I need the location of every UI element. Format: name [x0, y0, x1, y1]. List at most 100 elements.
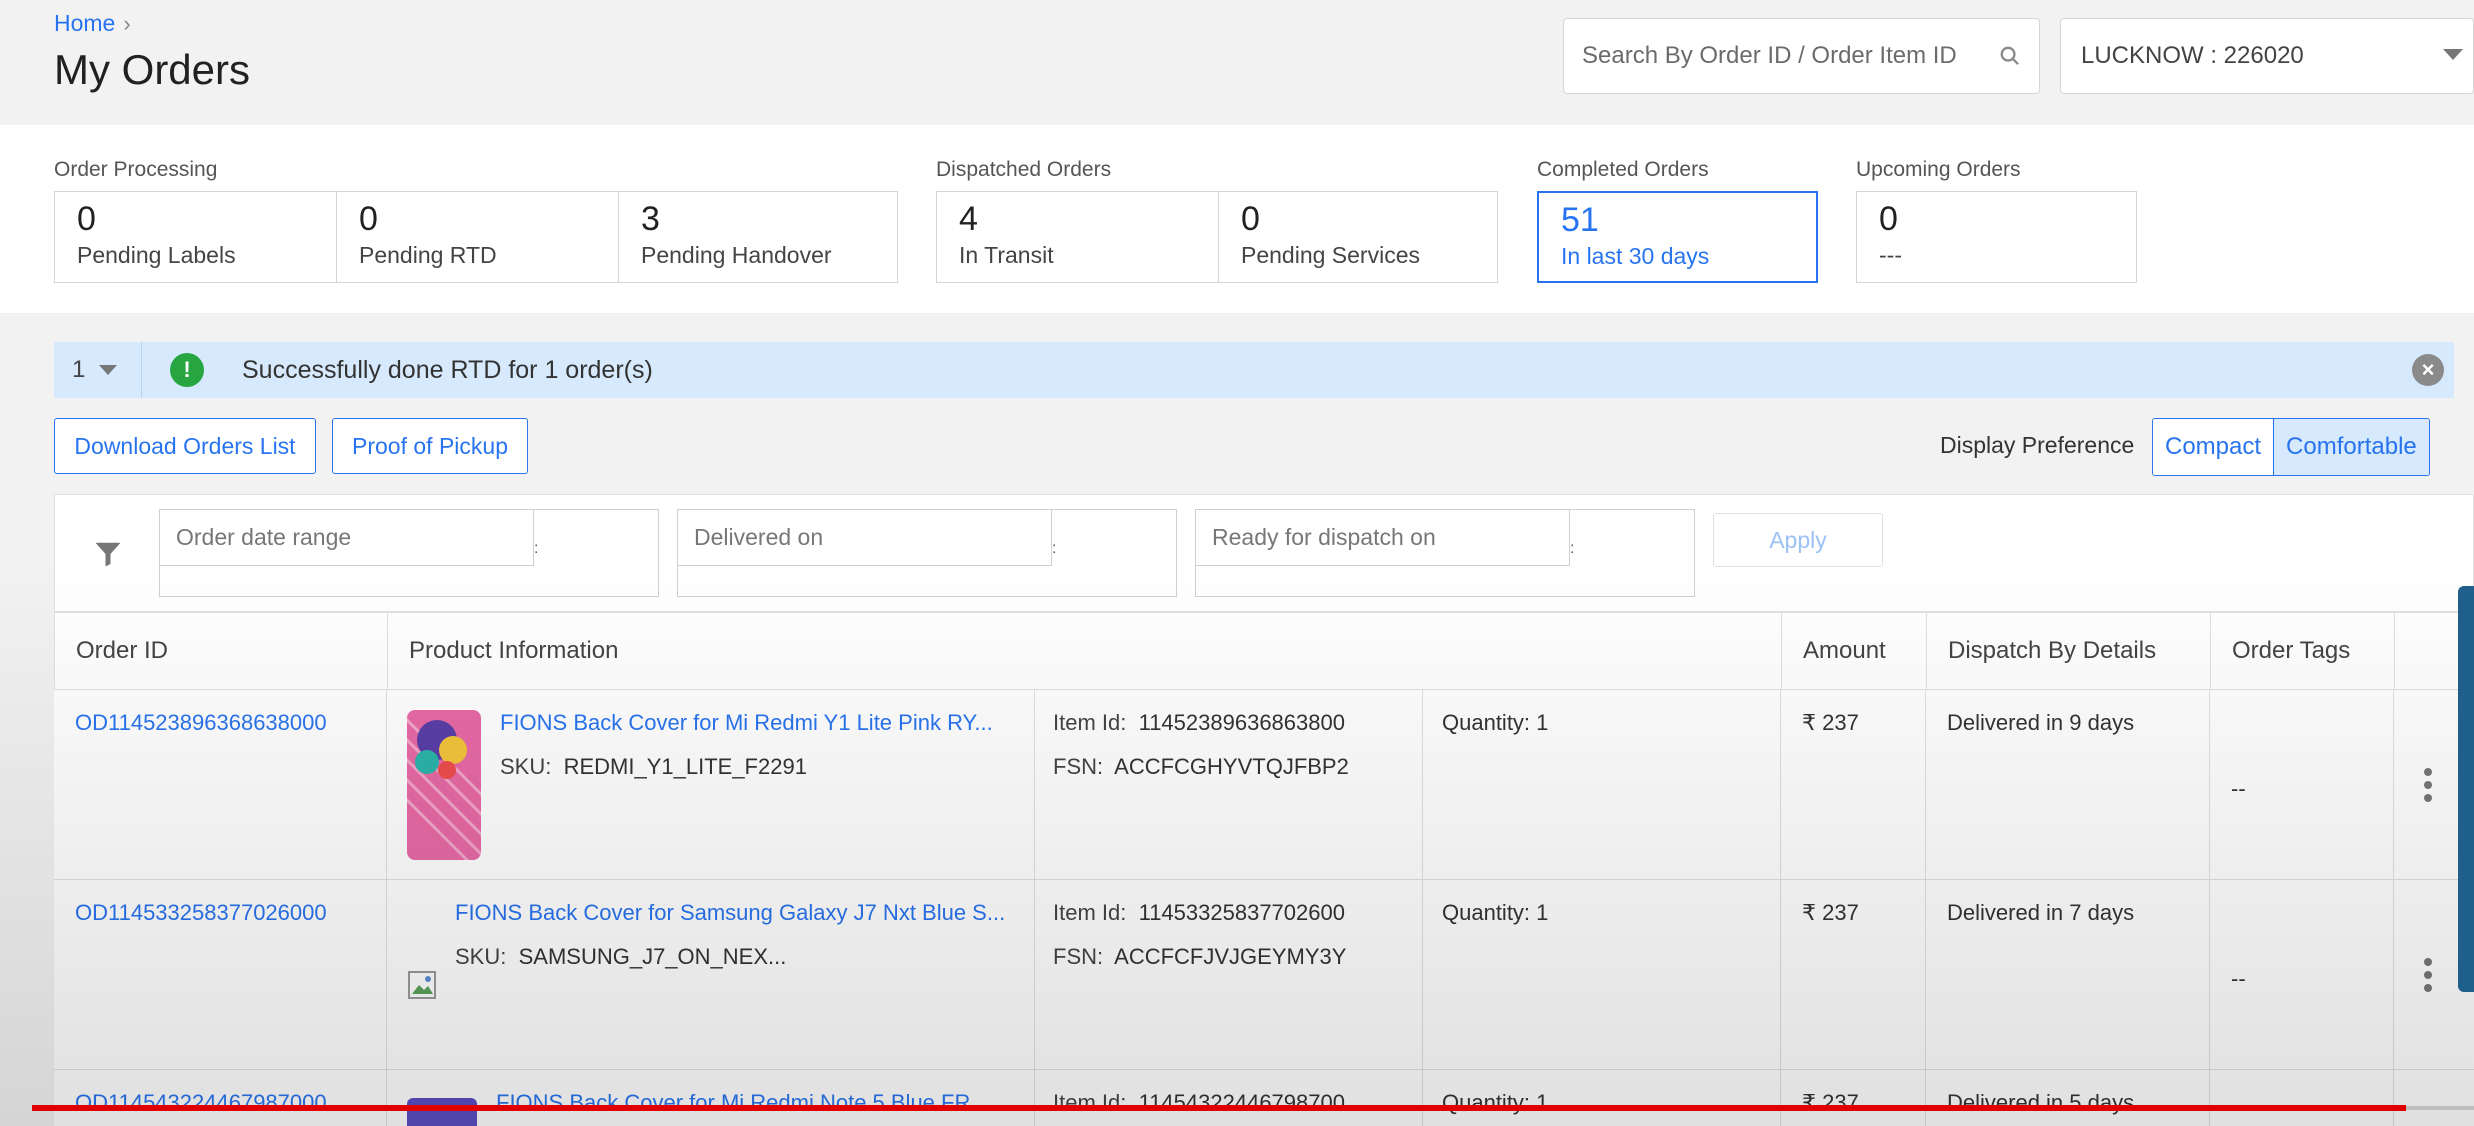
stat-in-transit[interactable]: 4 In Transit — [936, 191, 1219, 283]
dispatch-details: Delivered in 7 days — [1947, 900, 2135, 925]
stat-pending-labels[interactable]: 0 Pending Labels — [54, 191, 337, 283]
stat-label: In last 30 days — [1561, 243, 1710, 269]
order-id-link[interactable]: OD114523896368638000 — [75, 710, 327, 736]
order-id-link[interactable]: OD114533258377026000 — [75, 900, 327, 926]
notification-message: Successfully done RTD for 1 order(s) — [242, 355, 653, 384]
divider — [1034, 880, 1035, 1070]
product-title-link[interactable]: FIONS Back Cover for Mi Redmi Y1 Lite Pi… — [500, 710, 993, 736]
stat-pending-rtd[interactable]: 0 Pending RTD — [336, 191, 619, 283]
stat-count: 3 — [641, 200, 660, 238]
delivered-on-input[interactable]: Delivered on : — [677, 509, 1177, 597]
table-row: OD114533258377026000 FIONS Back Cover fo… — [54, 880, 2474, 1070]
dispatch-details: Delivered in 5 days — [1947, 1090, 2135, 1115]
order-search-input[interactable] — [1582, 42, 1990, 70]
quantity: Quantity: 1 — [1442, 710, 1549, 735]
comfortable-option[interactable]: Comfortable — [2273, 419, 2429, 475]
display-preference-toggle: Compact Comfortable — [2152, 418, 2430, 476]
divider — [1925, 880, 1926, 1070]
more-options-icon[interactable] — [2423, 768, 2433, 802]
date-separator: : — [1570, 540, 1575, 557]
order-id-link[interactable]: OD114543224467987000 — [75, 1090, 327, 1116]
divider — [2209, 1070, 2210, 1126]
order-search-box[interactable] — [1563, 18, 2040, 94]
breadcrumb-home-link[interactable]: Home — [54, 10, 115, 37]
divider — [1422, 1070, 1423, 1126]
item-id-label: Item Id: — [1053, 1090, 1127, 1115]
sku-field: SKU: SAMSUNG_J7_ON_NEX... — [455, 944, 786, 970]
item-id-value: 11454322446798700 — [1138, 1090, 1345, 1115]
product-thumbnail[interactable] — [407, 710, 481, 860]
chevron-down-icon — [99, 365, 118, 375]
stat-label: Pending Handover — [641, 242, 832, 268]
header-amount: Amount — [1803, 637, 1886, 664]
divider — [1780, 880, 1781, 1070]
sku-field: SKU: REDMI_Y1_LITE_F2291 — [500, 754, 807, 780]
divider — [386, 880, 387, 1070]
amount: ₹ 237 — [1802, 710, 1859, 735]
order-tags: -- — [2231, 966, 2246, 991]
divider — [1925, 1070, 1926, 1126]
download-orders-list-button[interactable]: Download Orders List — [54, 418, 316, 474]
page-title: My Orders — [54, 46, 251, 93]
display-preference-label: Display Preference — [1940, 432, 2135, 458]
product-thumbnail[interactable] — [407, 1098, 477, 1126]
apply-button[interactable]: Apply — [1713, 513, 1883, 567]
header-order-id: Order ID — [76, 637, 169, 664]
divider — [387, 613, 388, 691]
completed-orders-label: Completed Orders — [1537, 158, 1709, 181]
success-notification: 1 ! Successfully done RTD for 1 order(s)… — [54, 342, 2454, 398]
ready-for-dispatch-input[interactable]: Ready for dispatch on : — [1195, 509, 1695, 597]
stat-pending-services[interactable]: 0 Pending Services — [1218, 191, 1498, 283]
order-processing-label: Order Processing — [54, 158, 218, 181]
side-help-tab[interactable] — [2458, 586, 2474, 992]
divider — [1926, 613, 1927, 691]
location-select[interactable]: LUCKNOW : 226020 — [2060, 18, 2474, 94]
product-title-link[interactable]: FIONS Back Cover for Samsung Galaxy J7 N… — [455, 900, 1005, 926]
stat-count: 4 — [959, 200, 978, 238]
order-date-range-placeholder: Order date range — [160, 510, 534, 566]
date-separator: : — [534, 540, 539, 557]
delivered-on-placeholder: Delivered on — [678, 510, 1052, 566]
divider — [386, 1070, 387, 1126]
table-row: OD114543224467987000 FIONS Back Cover fo… — [54, 1070, 2474, 1126]
divider — [386, 690, 387, 880]
search-icon[interactable] — [1999, 45, 2021, 67]
stat-count: 0 — [1879, 200, 1898, 238]
stat-upcoming[interactable]: 0 --- — [1856, 191, 2137, 283]
compact-option[interactable]: Compact — [2153, 419, 2274, 475]
proof-of-pickup-button[interactable]: Proof of Pickup — [332, 418, 528, 474]
fsn-label: FSN: — [1053, 944, 1104, 969]
divider — [1034, 690, 1035, 880]
order-date-range-input[interactable]: Order date range : — [159, 509, 659, 597]
product-title-link[interactable]: FIONS Back Cover for Mi Redmi Note 5 Blu… — [496, 1090, 989, 1116]
divider — [1781, 613, 1782, 691]
header-order-tags: Order Tags — [2232, 637, 2351, 664]
amount: ₹ 237 — [1802, 900, 1859, 925]
divider — [2393, 880, 2394, 1070]
divider — [2209, 690, 2210, 880]
stat-pending-handover[interactable]: 3 Pending Handover — [618, 191, 898, 283]
stat-count: 51 — [1561, 201, 1599, 239]
close-icon[interactable]: × — [2412, 354, 2444, 386]
sku-value: SAMSUNG_J7_ON_NEX... — [518, 944, 787, 969]
filter-icon[interactable] — [93, 539, 123, 569]
more-options-icon[interactable] — [2423, 958, 2433, 992]
header-dispatch-by: Dispatch By Details — [1948, 637, 2157, 664]
dispatched-orders-label: Dispatched Orders — [936, 158, 1112, 181]
item-id-value: 11452389636863800 — [1138, 710, 1345, 735]
notification-count-dropdown[interactable]: 1 — [54, 342, 142, 398]
amount: ₹ 237 — [1802, 1090, 1859, 1115]
header-product-info: Product Information — [409, 637, 619, 664]
broken-image-icon — [408, 971, 436, 999]
item-id-label: Item Id: — [1053, 900, 1127, 925]
quantity: Quantity: 1 — [1442, 1090, 1549, 1115]
fsn-value: ACCFCGHYVTQJFBP2 — [1114, 754, 1349, 779]
horizontal-scrollbar[interactable] — [2406, 1106, 2474, 1110]
upcoming-orders-label: Upcoming Orders — [1856, 158, 2021, 181]
divider — [1422, 690, 1423, 880]
order-tags: -- — [2231, 776, 2246, 801]
stat-completed-last-30-days[interactable]: 51 In last 30 days — [1537, 191, 1818, 283]
chevron-down-icon — [2443, 49, 2463, 60]
stat-label: Pending RTD — [359, 242, 497, 268]
divider — [2394, 613, 2395, 691]
